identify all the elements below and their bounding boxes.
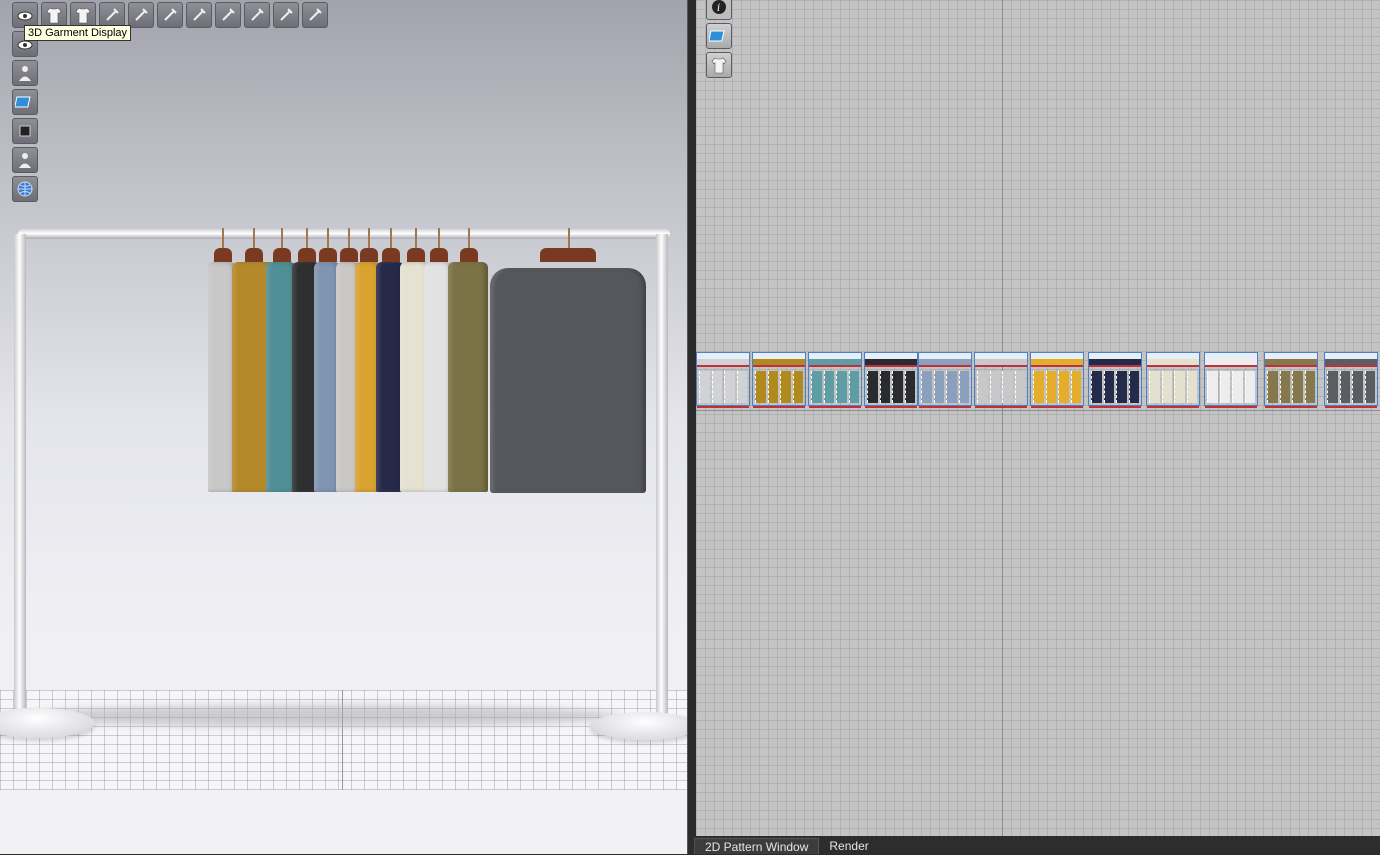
rack-top-bar	[18, 229, 670, 239]
pattern-piece-set[interactable]	[1324, 352, 1378, 408]
hanger	[360, 248, 378, 262]
hanger	[273, 248, 291, 262]
horizontal-axis	[696, 410, 1380, 411]
pin-icon[interactable]	[215, 2, 241, 28]
floor-front	[0, 790, 687, 854]
hanger	[540, 248, 596, 262]
environment-globe-icon[interactable]	[12, 176, 38, 202]
hanger	[298, 248, 316, 262]
pattern-piece-set[interactable]	[974, 352, 1028, 408]
tooltip: 3D Garment Display	[24, 25, 132, 41]
render-icon[interactable]	[12, 118, 38, 144]
material-display-icon[interactable]	[12, 89, 38, 115]
hanger	[460, 248, 478, 262]
hanger	[382, 248, 400, 262]
tab-2d-pattern-window[interactable]: 2D Pattern Window	[694, 838, 820, 854]
hanger	[340, 248, 358, 262]
avatar-silhouette-icon[interactable]	[12, 147, 38, 173]
pressure-icon[interactable]	[273, 2, 299, 28]
window-tabs: 2D Pattern Window Render	[688, 836, 1380, 854]
pattern-piece-set[interactable]	[918, 352, 972, 408]
pattern-piece-set[interactable]	[1204, 352, 1258, 408]
tshirt-3d[interactable]	[448, 262, 488, 492]
hanger	[407, 248, 425, 262]
pattern-piece-set[interactable]	[808, 352, 862, 408]
pattern-piece-set[interactable]	[1030, 352, 1084, 408]
pattern-piece-set[interactable]	[864, 352, 918, 408]
window-splitter[interactable]	[688, 0, 696, 854]
stress-map-icon[interactable]	[128, 2, 154, 28]
strain-map-icon[interactable]	[157, 2, 183, 28]
texture-icon[interactable]	[706, 23, 732, 49]
pattern-piece-set[interactable]	[1264, 352, 1318, 408]
fabric-icon[interactable]	[706, 52, 732, 78]
info-icon[interactable]: i	[706, 0, 732, 20]
hanger	[430, 248, 448, 262]
3d-garment-window[interactable]: 3D Garment Display	[0, 0, 688, 854]
pattern-piece-set[interactable]	[752, 352, 806, 408]
rack-shadow	[20, 705, 620, 727]
pattern-piece-set[interactable]	[1088, 352, 1142, 408]
vertical-axis	[1002, 0, 1003, 836]
ruler-icon[interactable]	[302, 2, 328, 28]
measure-icon[interactable]	[244, 2, 270, 28]
tshirt-3d[interactable]	[490, 268, 646, 493]
tab-render[interactable]: Render	[819, 838, 878, 854]
2d-pattern-window[interactable]: i	[696, 0, 1380, 836]
rack-left-pole	[14, 234, 26, 714]
hanger	[245, 248, 263, 262]
rack-right-pole	[656, 234, 668, 714]
pattern-piece-set[interactable]	[1146, 352, 1200, 408]
hanger	[319, 248, 337, 262]
hanger	[214, 248, 232, 262]
fit-map-icon[interactable]	[186, 2, 212, 28]
avatar-display-icon[interactable]	[12, 60, 38, 86]
svg-text:i: i	[717, 3, 720, 14]
pattern-piece-set[interactable]	[696, 352, 750, 408]
